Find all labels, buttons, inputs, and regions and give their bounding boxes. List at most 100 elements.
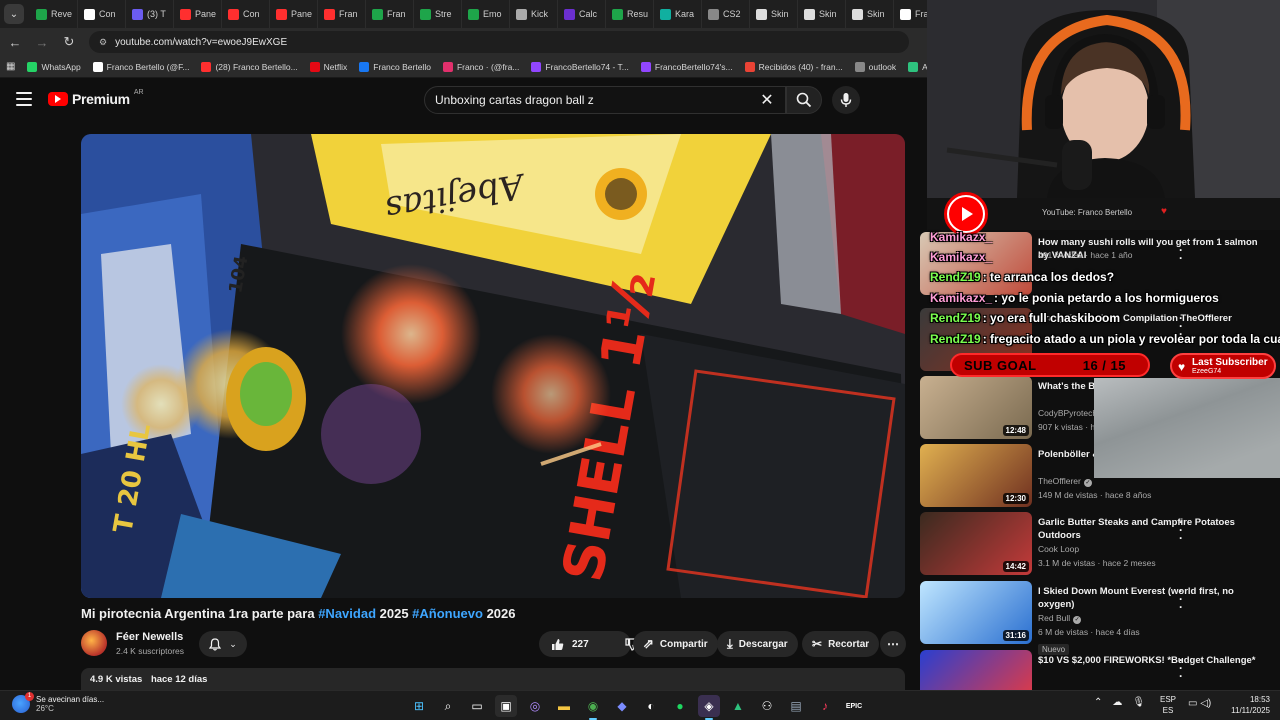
hashtag-navidad[interactable]: #Navidad (318, 606, 376, 621)
forward-button[interactable]: → (30, 30, 54, 54)
related-video-item[interactable]: $10 VS $2,000 FIREWORKS! *Budget Challen… (920, 650, 1280, 690)
notifications-button[interactable]: ⌄ (199, 631, 247, 657)
related-video-channel[interactable]: Cook Loop (1038, 544, 1079, 554)
browser-tab[interactable]: Pane (174, 0, 222, 28)
onedrive-icon[interactable]: ☁ (1112, 697, 1122, 708)
browser-tab[interactable]: Stre (414, 0, 462, 28)
discord-icon[interactable]: ◆ (611, 695, 633, 717)
browser-tab[interactable]: Skin (750, 0, 798, 28)
bookmark-label: Franco Bertello (@F... (106, 61, 190, 72)
browser-tab[interactable]: Reve (30, 0, 78, 28)
copilot-icon[interactable]: ◎ (524, 695, 546, 717)
browser-tab[interactable]: Pane (270, 0, 318, 28)
bookmark-item[interactable]: FrancoBertello74 - T... (531, 61, 629, 72)
video-thumbnail[interactable]: 12:48 (920, 376, 1032, 439)
app-icon-triangle[interactable]: ▲ (727, 695, 749, 717)
related-video-channel[interactable]: TheOfflerer ✓ (1038, 476, 1092, 487)
bookmark-item[interactable]: Franco Bertello (@F... (92, 61, 190, 72)
more-vertical-icon[interactable]: ··· (1179, 585, 1183, 613)
bookmark-item[interactable]: outlook (854, 61, 896, 72)
browser-tab[interactable]: Fra (894, 0, 927, 28)
video-thumbnail[interactable] (920, 650, 1032, 690)
bookmark-item[interactable]: FrancoBertello74's... (640, 61, 733, 72)
browser-tab[interactable]: Kick (510, 0, 558, 28)
menu-icon[interactable] (16, 92, 32, 106)
reload-button[interactable]: ↻ (57, 30, 81, 54)
youtube-premium-logo[interactable]: Premium AR (48, 89, 144, 107)
app-icon-network[interactable]: ⚇ (756, 695, 778, 717)
steam-icon[interactable]: ◈ (698, 695, 720, 720)
browser-tab[interactable]: Skin (798, 0, 846, 28)
clock[interactable]: 18:53 11/11/2025 (1226, 694, 1270, 716)
related-video-item[interactable]: 14:42 Garlic Butter Steaks and Campfire P… (920, 512, 1280, 576)
channel-name[interactable]: Féer Newells (116, 631, 183, 643)
browser-tab[interactable]: Fran (318, 0, 366, 28)
obs-icon[interactable]: ◐ (640, 695, 662, 717)
browser-tab[interactable]: Con (222, 0, 270, 28)
related-video-title[interactable]: I Skied Down Mount Everest (world first,… (1038, 585, 1258, 611)
bookmark-item[interactable]: Aler (908, 61, 927, 72)
weather-widget[interactable]: 1 Se avecinan días... 26°C (12, 692, 104, 713)
browser-tab[interactable]: Resu (606, 0, 654, 28)
browser-tab[interactable]: Calc (558, 0, 606, 28)
browser-tab[interactable]: Emo (462, 0, 510, 28)
download-button[interactable]: ⤓ Descargar (717, 631, 798, 657)
tab-favicon-icon (804, 8, 815, 20)
related-video-channel[interactable]: Red Bull ✓ (1038, 613, 1082, 624)
voice-search-button[interactable] (832, 86, 860, 114)
channel-avatar[interactable] (81, 630, 107, 656)
spotify-icon[interactable]: ● (669, 695, 691, 717)
file-explorer-icon[interactable]: ▬ (553, 695, 575, 717)
hashtag-anonuevo[interactable]: #Añonuevo (412, 606, 483, 621)
chevron-up-icon[interactable]: ⌃ (1094, 697, 1102, 708)
share-button[interactable]: ⇗ Compartir (633, 631, 718, 657)
start-icon[interactable]: ⊞ (408, 695, 430, 717)
video-player[interactable]: Abejitas SHELL 1½ T 20 HL 104 (81, 134, 905, 598)
browser-tab[interactable]: (3) T (126, 0, 174, 28)
related-video-title[interactable]: Garlic Butter Steaks and Campfire Potato… (1038, 516, 1258, 542)
store-icon[interactable]: ▣ (495, 695, 517, 717)
search-button[interactable] (786, 86, 822, 114)
epic-games-icon[interactable]: EPIC (843, 695, 865, 717)
site-info-icon[interactable]: ⚙ (99, 37, 107, 48)
chrome-icon[interactable]: ◉ (582, 695, 604, 720)
bookmark-item[interactable]: (28) Franco Bertello... (201, 61, 298, 72)
video-thumbnail[interactable]: 14:42 (920, 512, 1032, 575)
bookmark-item[interactable]: WhatsApp (27, 61, 81, 72)
bookmark-item[interactable]: Netflix (309, 61, 347, 72)
browser-tab[interactable]: Skin (846, 0, 894, 28)
bookmark-item[interactable]: Recibidos (40) - fran... (744, 61, 843, 72)
like-button[interactable]: 227 (539, 631, 601, 657)
clip-button[interactable]: ✂ Recortar (802, 631, 880, 657)
bookmark-item[interactable]: Franco · (@fra... (442, 61, 519, 72)
video-thumbnail[interactable]: 31:16 (920, 581, 1032, 644)
monitor-icon[interactable]: ▤ (785, 695, 807, 717)
browser-tab[interactable]: CS2 (702, 0, 750, 28)
back-button[interactable]: ← (3, 30, 27, 54)
related-video-item[interactable]: 31:16 I Skied Down Mount Everest (world f… (920, 581, 1280, 655)
language-indicator[interactable]: ESP ES (1160, 694, 1176, 716)
more-actions-button[interactable]: ⋯ (880, 631, 906, 657)
network-volume-icons[interactable]: ▭ ◁) (1188, 698, 1211, 709)
more-vertical-icon[interactable]: ··· (1179, 236, 1183, 264)
browser-tab[interactable]: Fran (366, 0, 414, 28)
more-horizontal-icon: ⋯ (887, 637, 899, 651)
more-vertical-icon[interactable]: ··· (1179, 516, 1183, 544)
microphone-icon[interactable]: 🎙 (1132, 697, 1145, 708)
clear-search-icon[interactable]: ✕ (755, 88, 779, 112)
more-vertical-icon[interactable]: ··· (1179, 654, 1183, 682)
search-input[interactable]: Unboxing cartas dragon ball z (424, 86, 786, 114)
related-video-title[interactable]: $10 VS $2,000 FIREWORKS! *Budget Challen… (1038, 654, 1258, 667)
browser-tab[interactable]: Kara (654, 0, 702, 28)
task-view-icon[interactable]: ▭ (466, 695, 488, 717)
system-tray: ⌃ ☁ 🎙 (1094, 697, 1145, 708)
apps-grid-icon[interactable]: ▦ (6, 61, 15, 72)
browser-tab[interactable]: Con (78, 0, 126, 28)
url-bar[interactable]: ⚙ youtube.com/watch?v=ewoeJ9EwXGE (89, 31, 909, 53)
search-icon[interactable]: ⌕ (437, 695, 459, 717)
tab-search-button[interactable]: ⌄ (4, 4, 24, 24)
tiktok-icon[interactable]: ♪ (814, 695, 836, 717)
bookmark-item[interactable]: Franco Bertello (359, 61, 431, 72)
description-box[interactable]: 4.9 K vistas hace 12 días (81, 668, 905, 692)
video-thumbnail[interactable]: 12:30 (920, 444, 1032, 507)
